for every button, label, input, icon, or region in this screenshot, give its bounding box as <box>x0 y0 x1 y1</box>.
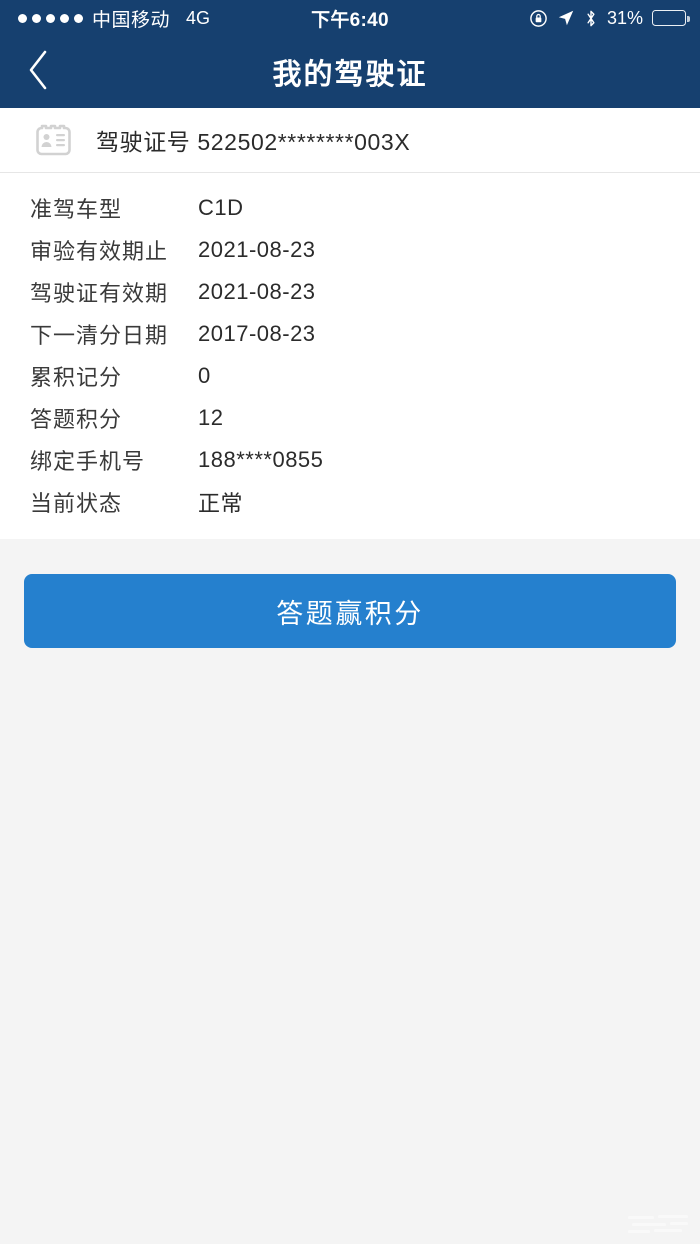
action-button-container: 答题赢积分 <box>0 539 700 648</box>
back-button[interactable] <box>0 36 76 108</box>
watermark <box>626 1212 692 1240</box>
license-detail-list: 准驾车型 C1D 审验有效期止 2021-08-23 驾驶证有效期 2021-08-23 下… <box>0 173 700 539</box>
detail-label: 答题积分 <box>30 407 123 432</box>
license-detail-row: 累积记分 0 <box>0 355 700 397</box>
license-detail-row: 下一清分日期 2017-08-23 <box>0 313 700 355</box>
detail-label: 审验有效期止 <box>30 239 169 264</box>
license-detail-row: 当前状态 正常 <box>0 481 700 523</box>
detail-label: 累积记分 <box>30 365 123 390</box>
license-detail-row: 准驾车型 C1D <box>0 187 700 229</box>
detail-value: 正常 <box>198 491 244 516</box>
detail-label: 下一清分日期 <box>30 323 169 348</box>
license-detail-row: 绑定手机号 188****0855 <box>0 439 700 481</box>
detail-label: 绑定手机号 <box>30 449 146 474</box>
detail-value: 2021-08-23 <box>198 237 316 262</box>
detail-value: 12 <box>198 405 224 430</box>
license-number-text: 驾驶证号 522502********003X <box>96 129 411 155</box>
license-info-card: 驾驶证号 522502********003X 准驾车型 C1D 审验有效期止 202… <box>0 108 700 539</box>
detail-label: 准驾车型 <box>30 197 123 222</box>
detail-label: 驾驶证有效期 <box>30 281 169 306</box>
license-number-row: 驾驶证号 522502********003X <box>0 108 700 172</box>
answer-questions-win-points-button[interactable]: 答题赢积分 <box>24 574 676 648</box>
chevron-left-icon <box>25 48 51 97</box>
license-detail-row: 答题积分 12 <box>0 397 700 439</box>
detail-value: 2021-08-23 <box>198 279 316 304</box>
status-bar-clock: 下午6:40 <box>311 9 389 31</box>
page-title: 我的驾驶证 <box>272 59 428 91</box>
license-detail-row: 驾驶证有效期 2021-08-23 <box>0 271 700 313</box>
status-bar: 中国移动 4G 下午6:40 31% <box>0 0 700 36</box>
id-card-icon <box>30 123 74 157</box>
battery-icon <box>652 10 690 26</box>
detail-value: C1D <box>198 195 244 220</box>
detail-value: 188****0855 <box>198 447 324 472</box>
detail-value: 0 <box>198 363 211 388</box>
detail-value: 2017-08-23 <box>198 321 316 346</box>
license-detail-row: 审验有效期止 2021-08-23 <box>0 229 700 271</box>
detail-label: 当前状态 <box>30 491 123 516</box>
navigation-bar: 我的驾驶证 <box>0 36 700 108</box>
phone-screen: 中国移动 4G 下午6:40 31% 我的驾驶证 驾驶证号 522502****… <box>0 0 700 1244</box>
